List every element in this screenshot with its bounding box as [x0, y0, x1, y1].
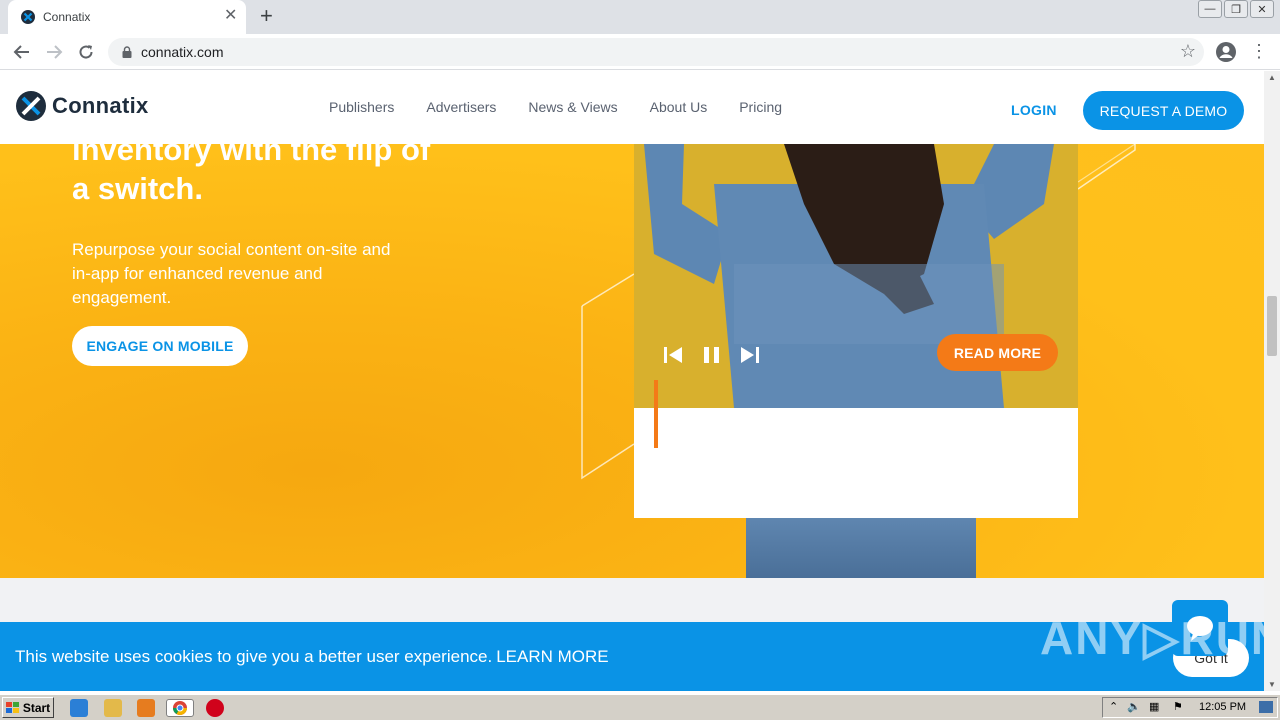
start-label: Start	[22, 700, 51, 715]
video-card-caption-area	[634, 408, 1078, 518]
nav-news-views[interactable]: News & Views	[528, 99, 617, 115]
flag-icon[interactable]: ⚑	[1173, 700, 1183, 713]
logo-text: Connatix	[52, 93, 149, 118]
anyrun-watermark: ANY▷RUN	[1040, 612, 1264, 664]
internet-explorer-icon[interactable]	[70, 699, 88, 717]
main-navigation: Publishers Advertisers News & Views Abou…	[329, 99, 814, 115]
next-track-icon[interactable]	[739, 344, 761, 366]
minimize-button[interactable]: —	[1198, 0, 1222, 18]
hero-title: inventory with the flip of a switch.	[72, 144, 431, 206]
show-desktop-icon[interactable]	[1259, 701, 1273, 713]
browser-toolbar: connatix.com ☆ ⋮	[0, 34, 1280, 70]
windows-logo-icon	[5, 701, 19, 713]
site-logo[interactable]: Connatix	[16, 91, 149, 121]
page-scrollbar[interactable]: ▲ ▼	[1264, 71, 1280, 691]
scroll-up-arrow-icon[interactable]: ▲	[1268, 73, 1276, 82]
opera-icon[interactable]	[206, 699, 224, 717]
read-more-button[interactable]: READ MORE	[937, 334, 1058, 371]
hero-section: inventory with the flip of a switch. Rep…	[0, 144, 1264, 578]
pause-icon[interactable]	[701, 344, 723, 366]
restore-button[interactable]: ❐	[1224, 0, 1248, 18]
nav-about-us[interactable]: About Us	[650, 99, 708, 115]
progress-indicator	[654, 380, 658, 448]
connatix-logo-icon	[16, 91, 46, 121]
lock-icon	[122, 46, 132, 58]
nav-advertisers[interactable]: Advertisers	[426, 99, 496, 115]
learn-more-link[interactable]: LEARN MORE	[496, 647, 608, 666]
chrome-taskbar-icon[interactable]	[166, 699, 194, 717]
media-player-icon[interactable]	[137, 699, 155, 717]
close-window-button[interactable]: ✕	[1250, 0, 1274, 18]
file-explorer-icon[interactable]	[104, 699, 122, 717]
windows-taskbar: Start ⌃ 🔈 ▦ ⚑ 12:05 PM	[0, 694, 1280, 720]
scrollbar-thumb[interactable]	[1267, 296, 1277, 356]
volume-icon[interactable]: 🔈	[1127, 700, 1141, 713]
forward-arrow-icon[interactable]	[42, 40, 66, 64]
profile-avatar-icon[interactable]	[1214, 40, 1238, 64]
video-player-card[interactable]: READ MORE	[634, 144, 1078, 408]
page-viewport: Connatix Publishers Advertisers News & V…	[0, 71, 1264, 691]
reload-icon[interactable]	[74, 40, 98, 64]
connatix-favicon-icon	[21, 10, 35, 24]
browser-tab-strip: Connatix ✕ + — ❐ ✕	[0, 0, 1280, 34]
start-button[interactable]: Start	[2, 697, 54, 718]
network-icon[interactable]: ▦	[1149, 700, 1159, 713]
system-tray: ⌃ 🔈 ▦ ⚑ 12:05 PM	[1102, 697, 1278, 718]
site-header: Connatix Publishers Advertisers News & V…	[0, 71, 1264, 144]
previous-track-icon[interactable]	[662, 344, 684, 366]
nav-publishers[interactable]: Publishers	[329, 99, 394, 115]
new-tab-button[interactable]: +	[260, 4, 273, 28]
thumbnail-bottom-extension	[746, 518, 976, 578]
cookie-message: This website uses cookies to give you a …	[15, 647, 609, 667]
tab-close-icon[interactable]: ✕	[224, 7, 237, 25]
bookmark-star-icon[interactable]: ☆	[1180, 41, 1196, 62]
back-arrow-icon[interactable]	[10, 40, 34, 64]
tab-title: Connatix	[43, 10, 91, 24]
url-text: connatix.com	[141, 44, 224, 60]
request-demo-button[interactable]: REQUEST A DEMO	[1083, 91, 1244, 130]
window-controls: — ❐ ✕	[1198, 0, 1274, 20]
engage-on-mobile-button[interactable]: ENGAGE ON MOBILE	[72, 326, 248, 366]
taskbar-clock: 12:05 PM	[1199, 701, 1247, 713]
browser-tab-connatix[interactable]: Connatix ✕	[8, 0, 246, 34]
tray-expand-icon[interactable]: ⌃	[1109, 700, 1118, 713]
hero-subtitle: Repurpose your social content on-site an…	[72, 240, 391, 307]
address-bar[interactable]: connatix.com ☆	[108, 38, 1204, 66]
login-link[interactable]: LOGIN	[1011, 102, 1057, 118]
scroll-down-arrow-icon[interactable]: ▼	[1268, 680, 1276, 689]
cookie-text: This website uses cookies to give you a …	[15, 647, 493, 666]
nav-pricing[interactable]: Pricing	[739, 99, 782, 115]
browser-menu-icon[interactable]: ⋮	[1250, 40, 1268, 64]
